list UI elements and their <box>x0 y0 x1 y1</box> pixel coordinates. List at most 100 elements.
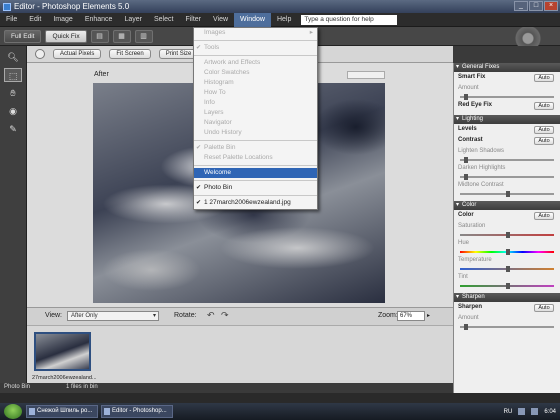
red-eye-label: Red Eye Fix <box>458 102 493 108</box>
window-controls: _ □ × <box>514 1 558 11</box>
window-menu-open-file[interactable]: ✔ 1 27march2006ewzealand.jpg <box>194 198 317 208</box>
check-icon: ✔ <box>196 185 202 191</box>
menu-help[interactable]: Help <box>271 13 297 27</box>
window-menu-open-file-label: 1 27march2006ewzealand.jpg <box>204 199 291 206</box>
maximize-button[interactable]: □ <box>529 1 543 11</box>
volume-icon[interactable] <box>531 408 539 415</box>
window-menu-palette-bin[interactable]: ✔ Palette Bin <box>194 143 317 153</box>
midtone-contrast-label: Midtone Contrast <box>458 182 504 188</box>
window-menu-tools[interactable]: ✔ Tools <box>194 43 317 53</box>
sharpen-amount-slider[interactable] <box>460 324 554 330</box>
tint-slider[interactable] <box>460 283 554 289</box>
color-row: Color Auto <box>454 210 560 221</box>
rotate-right-icon[interactable]: ↷ <box>221 310 231 322</box>
sharpen-amount-label: Amount <box>458 315 479 321</box>
menu-window[interactable]: Window <box>234 12 271 27</box>
menu-enhance[interactable]: Enhance <box>79 13 119 27</box>
rotate-left-icon[interactable]: ↶ <box>207 310 217 322</box>
contrast-label: Contrast <box>458 137 483 143</box>
after-label: After <box>94 71 109 78</box>
title-bar: Editor - Photoshop Elements 5.0 _ □ × <box>0 0 560 13</box>
start-button[interactable] <box>4 404 22 419</box>
rotate-label: Rotate: <box>174 312 197 319</box>
chevron-down-icon: ▾ <box>152 313 156 319</box>
zoom-stepper-icon[interactable]: ▸ <box>427 312 430 319</box>
actual-pixels-button[interactable]: Actual Pixels <box>53 49 102 59</box>
taskbar-item-browser[interactable]: Снежой Шпиль ро... <box>26 405 98 418</box>
levels-auto-button[interactable]: Auto <box>534 126 554 134</box>
thumbnail-name: 27march2006ewzealand... <box>32 375 96 381</box>
zoom-label: Zoom: <box>378 312 398 319</box>
view-select[interactable]: After Only ▾ <box>67 311 159 321</box>
app-icon <box>3 2 11 11</box>
color-header[interactable]: Color <box>454 201 560 210</box>
color-auto-button[interactable]: Auto <box>534 212 554 220</box>
window-menu-images-label: Images <box>204 29 226 36</box>
window-menu-layers[interactable]: Layers <box>194 108 317 118</box>
quick-fix-button[interactable]: Quick Fix <box>45 29 87 43</box>
menu-view[interactable]: View <box>207 13 234 27</box>
window-menu-histogram[interactable]: Histogram <box>194 78 317 88</box>
status-line <box>0 393 560 403</box>
whiten-tool-icon[interactable]: ✎ <box>4 122 22 136</box>
sharpen-auto-button[interactable]: Auto <box>534 304 554 312</box>
camera-icon <box>504 27 552 46</box>
organize-icon[interactable]: ▥ <box>134 29 153 43</box>
create-icon[interactable]: ▤ <box>90 29 109 43</box>
zoom-tool-icon[interactable]: 🔍︎ <box>4 50 22 64</box>
general-fixes-header[interactable]: General Fixes <box>454 63 560 72</box>
fit-screen-button[interactable]: Fit Screen <box>109 49 151 59</box>
menu-separator <box>194 195 317 196</box>
levels-label: Levels <box>458 126 477 132</box>
smart-fix-label: Smart Fix <box>458 74 486 80</box>
red-eye-auto-button[interactable]: Auto <box>534 102 554 110</box>
view-label: View: <box>45 312 62 319</box>
share-icon[interactable]: ▦ <box>112 29 131 43</box>
window-menu-info[interactable]: Info <box>194 98 317 108</box>
quick-fix-panel: General Fixes Smart Fix Auto Amount Red E… <box>453 63 560 393</box>
menu-layer[interactable]: Layer <box>118 13 148 27</box>
window-menu-color-swatches[interactable]: Color Swatches <box>194 68 317 78</box>
window-menu-photo-bin[interactable]: ✔ Photo Bin <box>194 183 317 193</box>
full-edit-button[interactable]: Full Edit <box>4 29 42 43</box>
window-menu-images[interactable]: Images ▸ <box>194 28 317 38</box>
red-eye-tool-icon[interactable]: ◉ <box>4 104 22 118</box>
window-menu-palette-bin-label: Palette Bin <box>204 144 236 151</box>
network-icon[interactable] <box>518 408 526 415</box>
amount-label: Amount <box>458 85 479 91</box>
menu-edit[interactable]: Edit <box>23 13 47 27</box>
system-tray: RU 6:04 <box>504 408 560 415</box>
window-menu-how-to[interactable]: How To <box>194 88 317 98</box>
zoom-input[interactable]: 67% <box>397 311 425 321</box>
photo-bin-label[interactable]: Photo Bin <box>4 384 30 390</box>
clock[interactable]: 6:04 <box>544 409 556 415</box>
menu-file[interactable]: File <box>0 13 23 27</box>
bin-options-label[interactable]: 1 files in bin <box>66 384 98 390</box>
zoom-options-icon[interactable] <box>35 49 45 59</box>
window-menu-artwork[interactable]: Artwork and Effects <box>194 58 317 68</box>
lighting-header[interactable]: Lighting <box>454 115 560 124</box>
window-menu-reset-palette[interactable]: Reset Palette Locations <box>194 153 317 163</box>
photo-thumbnail[interactable] <box>34 332 91 371</box>
midtone-contrast-slider[interactable] <box>460 191 554 197</box>
sharpen-header[interactable]: Sharpen <box>454 293 560 302</box>
minimize-button[interactable]: _ <box>514 1 528 11</box>
temperature-label: Temperature <box>458 257 492 263</box>
menu-select[interactable]: Select <box>148 13 179 27</box>
window-menu-tools-label: Tools <box>204 44 220 51</box>
language-indicator[interactable]: RU <box>504 409 513 415</box>
sharpen-row: Sharpen Auto <box>454 302 560 313</box>
menu-image[interactable]: Image <box>47 13 78 27</box>
hand-tool-icon[interactable]: ✋︎ <box>4 86 22 100</box>
contrast-auto-button[interactable]: Auto <box>534 137 554 145</box>
smart-fix-auto-button[interactable]: Auto <box>534 74 554 82</box>
close-button[interactable]: × <box>544 1 558 11</box>
lighten-shadows-label: Lighten Shadows <box>458 148 505 154</box>
help-search-input[interactable]: Type a question for help <box>301 14 398 25</box>
taskbar-item-editor[interactable]: Editor - Photoshop... <box>101 405 173 418</box>
menu-filter[interactable]: Filter <box>179 13 207 27</box>
window-menu-welcome[interactable]: Welcome <box>194 168 317 178</box>
window-menu-undo-history[interactable]: Undo History <box>194 128 317 138</box>
crop-tool-icon[interactable]: ⬚ <box>4 68 22 82</box>
window-menu-navigator[interactable]: Navigator <box>194 118 317 128</box>
